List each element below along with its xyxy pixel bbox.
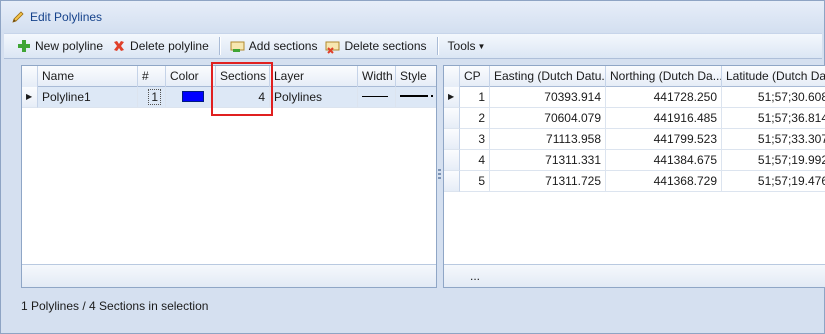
cp-cell[interactable]: 3	[460, 129, 490, 150]
cp-cell[interactable]: 1	[460, 87, 490, 108]
add-sections-icon	[230, 38, 246, 54]
tools-label: Tools	[447, 39, 476, 53]
polylines-grid-footer	[22, 264, 436, 287]
color-swatch	[182, 91, 204, 102]
table-row[interactable]: 4 71311.331 441384.675 51;57;19.992	[444, 150, 825, 171]
delete-x-icon	[111, 38, 127, 54]
latitude-cell[interactable]: 51;57;33.307	[722, 129, 825, 150]
window-title: Edit Polylines	[30, 10, 103, 24]
polyline-color-cell[interactable]	[166, 87, 216, 108]
splitter-grip-icon	[438, 169, 441, 181]
line-style-sample-dot	[431, 95, 433, 97]
cp-cell[interactable]: 4	[460, 150, 490, 171]
delete-polyline-button[interactable]: Delete polyline	[107, 35, 213, 57]
row-indicator	[444, 171, 460, 192]
new-polyline-label: New polyline	[35, 39, 104, 53]
delete-sections-icon	[325, 38, 341, 54]
toolbar-separator	[218, 37, 220, 55]
cp-cell[interactable]: 2	[460, 108, 490, 129]
latitude-cell[interactable]: 51;57;30.608	[722, 87, 825, 108]
row-indicator-header	[22, 66, 38, 87]
row-indicator	[444, 108, 460, 129]
col-header-cp[interactable]: CP	[460, 66, 490, 87]
northing-cell[interactable]: 441728.250	[606, 87, 722, 108]
footer-indicator	[444, 265, 460, 286]
northing-cell[interactable]: 441368.729	[606, 171, 722, 192]
line-width-sample	[362, 96, 388, 97]
row-pointer-icon: ▶	[444, 87, 460, 108]
title-bar: Edit Polylines	[1, 1, 824, 33]
row-indicator-header	[444, 66, 460, 87]
easting-cell[interactable]: 70393.914	[490, 87, 606, 108]
line-style-sample	[400, 95, 428, 97]
footer-ellipsis: ...	[470, 269, 481, 283]
row-pointer-icon: ▶	[22, 87, 38, 108]
row-indicator	[444, 150, 460, 171]
add-sections-label: Add sections	[248, 39, 318, 53]
col-header-layer[interactable]: Layer	[270, 66, 358, 87]
tools-menu-button[interactable]: Tools ▼	[444, 35, 490, 57]
table-row[interactable]: 2 70604.079 441916.485 51;57;36.814	[444, 108, 825, 129]
points-grid-header: CP Easting (Dutch Datu... Northing (Dutc…	[444, 66, 825, 87]
northing-cell[interactable]: 441916.485	[606, 108, 722, 129]
row-indicator	[444, 129, 460, 150]
col-header-color[interactable]: Color	[166, 66, 216, 87]
edit-polylines-window: Edit Polylines New polyline Delete polyl…	[0, 0, 825, 334]
polyline-width-cell[interactable]	[358, 87, 396, 108]
points-grid-footer: ...	[444, 264, 825, 287]
easting-cell[interactable]: 71311.331	[490, 150, 606, 171]
points-grid: CP Easting (Dutch Datu... Northing (Dutc…	[443, 65, 825, 288]
polyline-style-cell[interactable]	[396, 87, 436, 108]
northing-cell[interactable]: 441384.675	[606, 150, 722, 171]
chevron-down-icon: ▼	[477, 41, 486, 51]
status-text: 1 Polylines / 4 Sections in selection	[21, 299, 209, 313]
easting-cell[interactable]: 71311.725	[490, 171, 606, 192]
polyline-layer-cell[interactable]: Polylines	[270, 87, 358, 108]
latitude-cell[interactable]: 51;57;19.476	[722, 171, 825, 192]
table-row[interactable]: 5 71311.725 441368.729 51;57;19.476	[444, 171, 825, 192]
col-header-latitude[interactable]: Latitude (Dutch Dat...	[722, 66, 825, 87]
col-header-width[interactable]: Width	[358, 66, 396, 87]
delete-sections-label: Delete sections	[344, 39, 427, 53]
latitude-cell[interactable]: 51;57;19.992	[722, 150, 825, 171]
latitude-cell[interactable]: 51;57;36.814	[722, 108, 825, 129]
delete-sections-button[interactable]: Delete sections	[321, 35, 430, 57]
pencil-icon	[11, 10, 25, 24]
easting-cell[interactable]: 70604.079	[490, 108, 606, 129]
polyline-number-cell[interactable]: 1	[138, 87, 166, 108]
cp-cell[interactable]: 5	[460, 171, 490, 192]
polyline-name-cell[interactable]: Polyline1	[38, 87, 138, 108]
col-header-number[interactable]: #	[138, 66, 166, 87]
northing-cell[interactable]: 441799.523	[606, 129, 722, 150]
add-sections-button[interactable]: Add sections	[226, 35, 322, 57]
toolbar-separator	[436, 37, 438, 55]
polyline-number-value: 1	[148, 89, 161, 105]
col-header-name[interactable]: Name	[38, 66, 138, 87]
table-row[interactable]: ▶ 1 70393.914 441728.250 51;57;30.608	[444, 87, 825, 108]
easting-cell[interactable]: 71113.958	[490, 129, 606, 150]
plus-icon	[16, 38, 32, 54]
delete-polyline-label: Delete polyline	[130, 39, 209, 53]
col-header-easting[interactable]: Easting (Dutch Datu...	[490, 66, 606, 87]
col-header-style[interactable]: Style	[396, 66, 436, 87]
sections-highlight-box	[211, 62, 273, 116]
new-polyline-button[interactable]: New polyline	[12, 35, 107, 57]
col-header-northing[interactable]: Northing (Dutch Da...	[606, 66, 722, 87]
table-row[interactable]: 3 71113.958 441799.523 51;57;33.307	[444, 129, 825, 150]
toolbar: New polyline Delete polyline Add section…	[4, 33, 822, 59]
